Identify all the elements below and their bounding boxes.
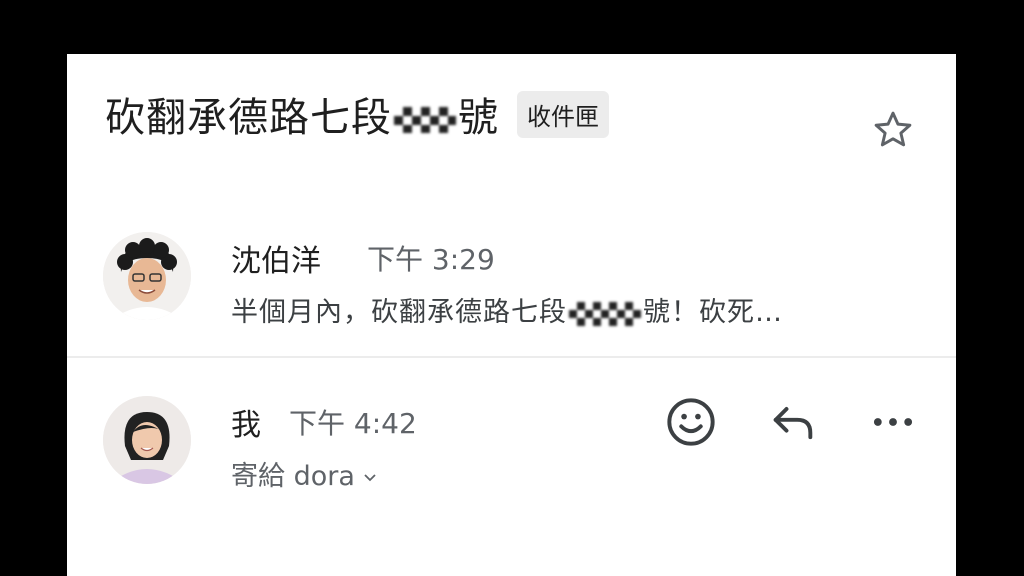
redacted-mosaic [394,107,456,133]
message-item[interactable]: 沈伯洋 下午 3:29 半個月內，砍翻承德路七段 號！砍死… [67,224,956,344]
message-snippet: 半個月內，砍翻承德路七段 號！砍死… [231,297,783,328]
avatar [103,232,191,320]
message-time: 下午 3:29 [367,243,495,276]
recipient-toggle[interactable]: 寄給 dora [231,454,377,493]
email-subject: 砍翻承德路七段號 [105,95,499,141]
chevron-down-icon [364,473,376,481]
subject-row: 砍翻承德路七段號 收件匣 [105,84,609,144]
redacted-mosaic [569,301,641,326]
message-item[interactable]: 我 下午 4:42 寄給 dora [67,384,956,514]
inbox-label-chip[interactable]: 收件匣 [517,90,609,138]
divider [67,356,956,358]
avatar [103,396,191,484]
sender-name: 沈伯洋 [231,244,321,279]
more-options-icon[interactable] [867,396,919,448]
sender-name: 我 [231,408,261,443]
message-time: 下午 4:42 [289,407,417,440]
star-icon[interactable] [871,108,915,152]
reply-icon[interactable] [767,396,819,448]
email-thread-view: 砍翻承德路七段號 收件匣 沈伯洋 下午 3:29 半個月內，砍翻承德路七段 號！砍… [67,54,956,576]
emoji-reaction-icon[interactable] [665,396,717,448]
